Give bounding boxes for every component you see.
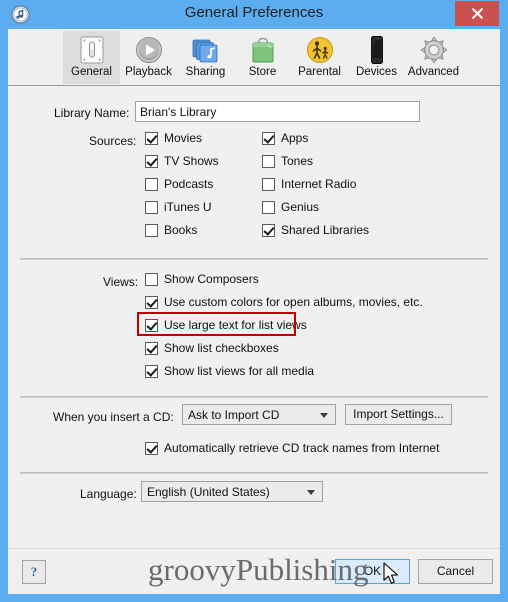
language-dropdown[interactable]: English (United States) (141, 481, 323, 502)
checkbox-list-checkboxes-box (145, 341, 158, 355)
insert-cd-dropdown[interactable]: Ask to Import CD (182, 404, 336, 425)
tab-playback-label: Playback (125, 66, 172, 78)
sources-label: Sources: (89, 134, 137, 148)
tab-playback[interactable]: Playback (120, 31, 177, 84)
checkbox-genius[interactable]: Genius (262, 200, 319, 214)
checkbox-internet-radio-label: Internet Radio (281, 177, 357, 191)
checkbox-large-text[interactable]: Use large text for list views (145, 318, 307, 332)
tab-parental-label: Parental (298, 66, 341, 78)
language-label: Language: (80, 487, 137, 501)
checkbox-auto-retrieve-cd-names-box (145, 441, 158, 455)
tab-devices-label: Devices (356, 66, 397, 78)
tab-parental[interactable]: Parental (291, 31, 348, 84)
checkbox-shared-libraries[interactable]: Shared Libraries (262, 223, 369, 237)
checkbox-large-text-box (145, 318, 158, 332)
tab-store[interactable]: Store (234, 31, 291, 84)
library-name-label: Library Name: (54, 106, 130, 120)
preferences-toolbar: General Playback Sharing Store Parental … (8, 29, 500, 86)
checkbox-books-box (145, 223, 158, 237)
mouse-cursor (383, 562, 401, 592)
tab-devices[interactable]: Devices (348, 31, 405, 84)
checkbox-tv-shows[interactable]: TV Shows (145, 154, 219, 168)
insert-cd-label: When you insert a CD: (53, 410, 174, 424)
chevron-down-icon (320, 413, 328, 418)
tab-store-label: Store (248, 66, 277, 78)
checkbox-podcasts-box (145, 177, 158, 191)
tab-sharing-label: Sharing (185, 66, 226, 78)
checkbox-list-views-all-media-box (145, 364, 158, 378)
insert-cd-dropdown-value: Ask to Import CD (188, 408, 280, 422)
tab-sharing[interactable]: Sharing (177, 31, 234, 84)
checkbox-list-views-all-media[interactable]: Show list views for all media (145, 364, 314, 378)
checkbox-genius-label: Genius (281, 200, 320, 214)
close-button[interactable] (455, 1, 499, 26)
checkbox-tones-label: Tones (281, 154, 314, 168)
help-button-label: ? (30, 564, 38, 579)
tab-general-label: General (71, 66, 112, 78)
watermark: groovyPublishing (148, 552, 369, 587)
checkbox-shared-libraries-label: Shared Libraries (281, 223, 370, 237)
preferences-content: Library Name: Sources: Movies TV Shows P… (8, 86, 500, 548)
checkbox-itunes-u[interactable]: iTunes U (145, 200, 212, 214)
checkbox-movies[interactable]: Movies (145, 131, 202, 145)
phone-icon (348, 33, 405, 66)
checkbox-list-views-all-media-label: Show list views for all media (164, 364, 315, 378)
checkbox-list-checkboxes[interactable]: Show list checkboxes (145, 341, 279, 355)
checkbox-internet-radio-box (262, 177, 275, 191)
checkbox-tones-box (262, 154, 275, 168)
checkbox-auto-retrieve-cd-names[interactable]: Automatically retrieve CD track names fr… (145, 441, 439, 455)
checkbox-tones[interactable]: Tones (262, 154, 313, 168)
checkbox-apps-label: Apps (281, 131, 309, 145)
checkbox-genius-box (262, 200, 275, 214)
checkbox-tv-shows-box (145, 154, 158, 168)
library-name-input[interactable] (135, 101, 420, 122)
checkbox-tv-shows-label: TV Shows (164, 154, 219, 168)
views-label: Views: (103, 275, 139, 289)
language-dropdown-value: English (United States) (147, 485, 270, 499)
tab-advanced[interactable]: Advanced (405, 31, 462, 84)
lightswitch-icon (63, 33, 120, 66)
checkbox-show-composers-box (145, 272, 158, 286)
checkbox-shared-libraries-box (262, 223, 275, 237)
separator-cd (20, 396, 488, 398)
checkbox-apps-box (262, 131, 275, 145)
gear-icon (405, 33, 462, 66)
cancel-button[interactable]: Cancel (418, 559, 493, 584)
close-icon (471, 8, 483, 19)
checkbox-itunes-u-box (145, 200, 158, 214)
tab-general[interactable]: General (63, 31, 120, 84)
checkbox-custom-colors-box (145, 295, 158, 309)
play-circle-icon (120, 33, 177, 66)
checkbox-custom-colors-label: Use custom colors for open albums, movie… (164, 295, 423, 309)
stacked-music-icon (177, 33, 234, 66)
checkbox-podcasts[interactable]: Podcasts (145, 177, 213, 191)
checkbox-podcasts-label: Podcasts (164, 177, 214, 191)
checkbox-apps[interactable]: Apps (262, 131, 308, 145)
checkbox-auto-retrieve-cd-names-label: Automatically retrieve CD track names fr… (164, 441, 440, 455)
window-title: General Preferences (184, 4, 324, 21)
checkbox-internet-radio[interactable]: Internet Radio (262, 177, 356, 191)
checkbox-books[interactable]: Books (145, 223, 197, 237)
tab-advanced-label: Advanced (407, 66, 460, 78)
checkbox-movies-box (145, 131, 158, 145)
titlebar: General Preferences (0, 0, 508, 29)
import-settings-button[interactable]: Import Settings... (345, 404, 452, 425)
checkbox-show-composers[interactable]: Show Composers (145, 272, 259, 286)
chevron-down-icon (307, 490, 315, 495)
separator-views (20, 258, 488, 260)
shopping-bag-icon (234, 33, 291, 66)
help-button[interactable]: ? (22, 560, 46, 584)
preferences-window: General Preferences General Playback Sha… (0, 0, 508, 602)
checkbox-list-checkboxes-label: Show list checkboxes (164, 341, 279, 355)
checkbox-custom-colors[interactable]: Use custom colors for open albums, movie… (145, 295, 423, 309)
checkbox-movies-label: Movies (164, 131, 203, 145)
checkbox-books-label: Books (164, 223, 198, 237)
checkbox-show-composers-label: Show Composers (164, 272, 259, 286)
separator-language (20, 472, 488, 474)
checkbox-large-text-label: Use large text for list views (164, 318, 307, 332)
checkbox-itunes-u-label: iTunes U (164, 200, 212, 214)
parental-figures-icon (291, 33, 348, 66)
